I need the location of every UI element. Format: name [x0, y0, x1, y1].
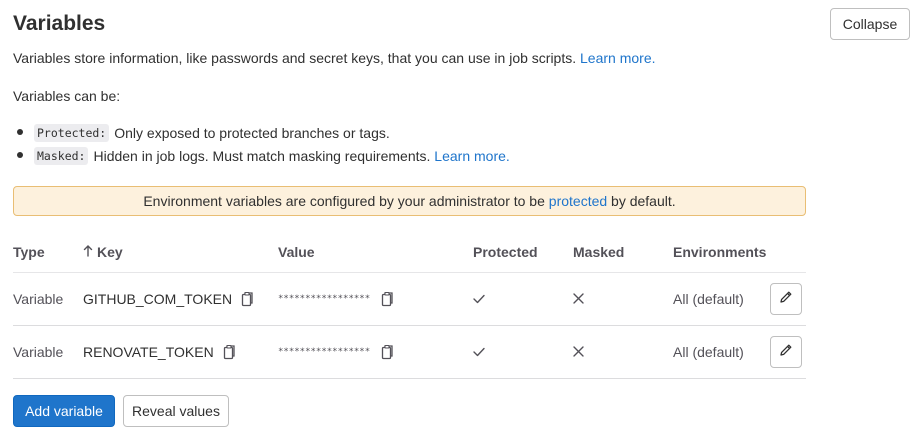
protected-alert: Environment variables are configured by … — [13, 186, 806, 216]
close-icon — [573, 291, 584, 307]
copy-icon[interactable] — [222, 344, 238, 360]
row-type: Variable — [13, 272, 83, 326]
row-masked — [573, 325, 673, 379]
header-protected: Protected — [473, 232, 573, 273]
protected-description: Only exposed to protected branches or ta… — [114, 124, 390, 141]
copy-icon[interactable] — [380, 291, 396, 307]
row-environment: All (default) — [673, 272, 770, 326]
collapse-button[interactable]: Collapse — [830, 8, 910, 40]
row-environment: All (default) — [673, 325, 770, 379]
list-item: Masked: Hidden in job logs. Must match m… — [17, 144, 510, 167]
header-type: Type — [13, 232, 83, 273]
row-key-text: RENOVATE_TOKEN — [83, 343, 214, 360]
masked-description: Hidden in job logs. Must match masking r… — [93, 147, 431, 164]
header-masked: Masked — [573, 232, 673, 273]
intro-text: Variables store information, like passwo… — [13, 50, 656, 66]
header-value: Value — [278, 232, 473, 273]
alert-text-after: by default. — [611, 193, 676, 209]
list-item: Protected: Only exposed to protected bra… — [17, 121, 510, 144]
close-icon — [573, 344, 584, 360]
row-value: ***************** — [278, 272, 473, 326]
row-key-text: GITHUB_COM_TOKEN — [83, 290, 233, 307]
check-icon — [473, 291, 485, 307]
pencil-icon — [779, 290, 793, 307]
protected-link[interactable]: protected — [549, 193, 607, 209]
reveal-values-button[interactable]: Reveal values — [123, 395, 229, 427]
row-value-masked: ***************** — [278, 293, 371, 304]
row-protected — [473, 272, 573, 326]
copy-icon[interactable] — [240, 291, 256, 307]
variables-can-be-label: Variables can be: — [13, 88, 121, 104]
row-actions — [770, 272, 806, 326]
header-environments: Environments — [673, 232, 770, 273]
alert-text-before: Environment variables are configured by … — [143, 193, 545, 209]
table-row: Variable RENOVATE_TOKEN ****************… — [13, 325, 806, 379]
row-key: RENOVATE_TOKEN — [83, 325, 278, 379]
row-masked — [573, 272, 673, 326]
edit-button[interactable] — [770, 335, 802, 368]
copy-icon[interactable] — [380, 344, 396, 360]
intro-description: Variables store information, like passwo… — [13, 50, 581, 66]
header-actions — [770, 232, 806, 273]
header-key-label: Key — [97, 243, 123, 260]
row-type: Variable — [13, 325, 83, 379]
add-variable-button[interactable]: Add variable — [13, 395, 115, 427]
check-icon — [473, 344, 485, 360]
masked-code: Masked: — [34, 146, 89, 165]
row-value: ***************** — [278, 325, 473, 379]
page-title: Variables — [13, 12, 106, 35]
masked-learn-more-link[interactable]: Learn more. — [434, 148, 509, 164]
protected-code: Protected: — [34, 123, 110, 142]
row-key: GITHUB_COM_TOKEN — [83, 272, 278, 326]
variable-types-list: Protected: Only exposed to protected bra… — [17, 121, 510, 167]
table-header-row: Type Key Value Protected Masked Environm… — [13, 232, 806, 273]
row-value-masked: ***************** — [278, 346, 371, 357]
variables-table: Type Key Value Protected Masked Environm… — [13, 232, 806, 379]
pencil-icon — [779, 343, 793, 360]
arrow-up-icon — [83, 244, 93, 260]
row-protected — [473, 325, 573, 379]
table-row: Variable GITHUB_COM_TOKEN **************… — [13, 272, 806, 326]
header-key[interactable]: Key — [83, 232, 278, 273]
row-actions — [770, 325, 806, 379]
learn-more-link[interactable]: Learn more. — [580, 50, 655, 66]
edit-button[interactable] — [770, 282, 802, 315]
